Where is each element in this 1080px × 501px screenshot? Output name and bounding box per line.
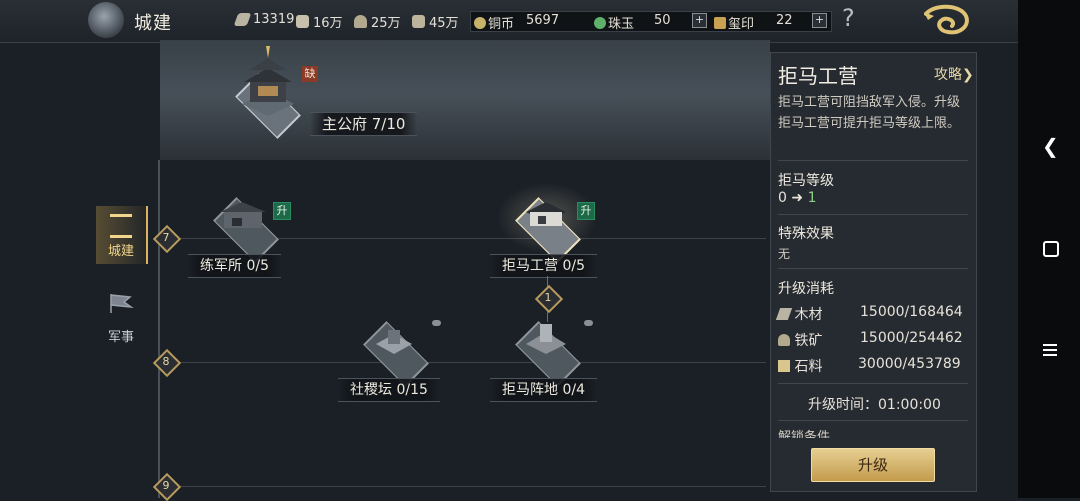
currency-copper: 铜币 — [474, 13, 514, 32]
currency-label: 珠玉 — [608, 17, 635, 32]
arrow-right-icon: ➜ — [791, 190, 804, 206]
wood-icon — [775, 308, 793, 320]
guide-link-label: 攻略 — [934, 67, 962, 83]
currency-jade: 珠玉 — [594, 13, 634, 32]
cost-row-ore: 铁矿 — [778, 330, 822, 350]
tree-trunk-line — [158, 160, 160, 498]
locked-icon — [432, 320, 441, 326]
back-icon[interactable]: ❮ — [1042, 134, 1059, 158]
resource-stone: 45万 — [412, 12, 459, 31]
barricade-position-icon[interactable] — [512, 318, 580, 364]
menu-icon[interactable] — [1043, 344, 1057, 356]
upgrade-button[interactable]: 升级 — [811, 448, 935, 482]
currency-value: 5697 — [526, 13, 560, 28]
panel-description: 拒马工营可阻挡敌军入侵。升级拒马工营可提升拒马等级上限。 — [778, 95, 961, 131]
copper-coin-icon — [474, 17, 486, 29]
main-building-label[interactable]: 主公府 7/10 — [310, 112, 418, 136]
divider — [778, 383, 968, 384]
cost-label: 石料 — [794, 359, 823, 375]
building-label-altar[interactable]: 社稷坛 0/15 — [338, 378, 440, 402]
effect-value: 无 — [778, 247, 791, 261]
stone-icon — [412, 15, 425, 28]
divider — [778, 214, 968, 215]
cost-value: 15000/168464 — [860, 304, 963, 320]
resource-ore: 25万 — [354, 12, 401, 31]
shortage-badge: 缺 — [302, 66, 318, 82]
level-to: 1 — [807, 190, 817, 206]
scroll-icon — [296, 15, 309, 28]
upgrade-time: 升级时间：01:00:00 — [808, 397, 941, 413]
divider — [778, 268, 968, 269]
dragon-menu-icon[interactable] — [920, 2, 972, 38]
locked-icon — [584, 320, 593, 326]
level-number: 9 — [162, 479, 170, 492]
currency-seal: 玺印 — [714, 13, 754, 32]
cost-row-wood: 木材 — [775, 304, 823, 324]
tab-military[interactable]: 军事 — [96, 290, 146, 346]
resource-value: 13319 — [253, 12, 295, 27]
home-icon[interactable] — [1043, 241, 1059, 257]
cost-label: 铁矿 — [794, 333, 823, 349]
cost-row-stone: 石料 — [778, 356, 822, 376]
tree-row-line — [166, 486, 766, 487]
effect-heading: 特殊效果 — [778, 226, 834, 242]
resource-value: 45万 — [429, 16, 459, 31]
level-heading: 拒马等级 — [778, 173, 834, 189]
barricade-workshop-icon[interactable] — [512, 194, 580, 240]
flag-icon — [110, 294, 134, 313]
tab-label: 城建 — [107, 244, 134, 259]
building-label-barricade-workshop[interactable]: 拒马工营 0/5 — [490, 254, 597, 278]
currency-value: 22 — [776, 13, 793, 28]
main-building-icon[interactable] — [232, 44, 304, 118]
wood-icon — [233, 13, 252, 26]
upgrade-available-badge: 升 — [273, 202, 291, 220]
divider — [778, 420, 968, 421]
level-change: 0 ➜ 1 — [778, 190, 816, 206]
add-jade-button[interactable]: + — [692, 13, 707, 28]
cost-heading: 升级消耗 — [778, 281, 834, 297]
jade-icon — [594, 17, 606, 29]
altar-icon[interactable] — [362, 320, 426, 364]
guide-link[interactable]: 攻略❯ — [934, 64, 974, 84]
level-number: 8 — [162, 355, 170, 368]
panel-title: 拒马工营 — [778, 64, 858, 88]
city-icon — [110, 214, 132, 238]
seal-icon — [714, 17, 726, 29]
currency-value: 50 — [654, 13, 671, 28]
resource-value: 16万 — [313, 16, 343, 31]
stone-icon — [778, 360, 790, 372]
avatar[interactable] — [88, 2, 124, 38]
currency-label: 玺印 — [728, 17, 755, 32]
level-from: 0 — [778, 190, 787, 206]
ore-icon — [354, 15, 367, 28]
building-label-barricade-position[interactable]: 拒马阵地 0/4 — [490, 378, 597, 402]
resource-scroll: 16万 — [296, 12, 343, 31]
currency-label: 铜币 — [488, 17, 515, 32]
tab-label: 军事 — [107, 330, 134, 345]
chevron-right-icon: ❯ — [962, 67, 974, 83]
resource-wood: 13319 — [233, 12, 295, 27]
resource-value: 25万 — [371, 16, 401, 31]
level-number: 7 — [162, 231, 170, 244]
help-icon[interactable]: ? — [842, 4, 855, 32]
add-seal-button[interactable]: + — [812, 13, 827, 28]
training-camp-icon[interactable] — [212, 196, 276, 240]
cost-value: 30000/453789 — [858, 356, 961, 372]
ore-icon — [778, 334, 790, 346]
cost-label: 木材 — [794, 307, 823, 323]
divider — [778, 160, 968, 161]
unlock-condition-heading: 解锁条件 — [778, 430, 831, 438]
page-title: 城建 — [134, 13, 172, 34]
tab-city-building[interactable]: 城建 — [96, 206, 148, 264]
requirement-number: 1 — [544, 291, 552, 304]
building-label-training-camp[interactable]: 练军所 0/5 — [188, 254, 281, 278]
cost-value: 15000/254462 — [860, 330, 963, 346]
tree-row-line — [166, 362, 766, 363]
upgrade-available-badge: 升 — [577, 202, 595, 220]
